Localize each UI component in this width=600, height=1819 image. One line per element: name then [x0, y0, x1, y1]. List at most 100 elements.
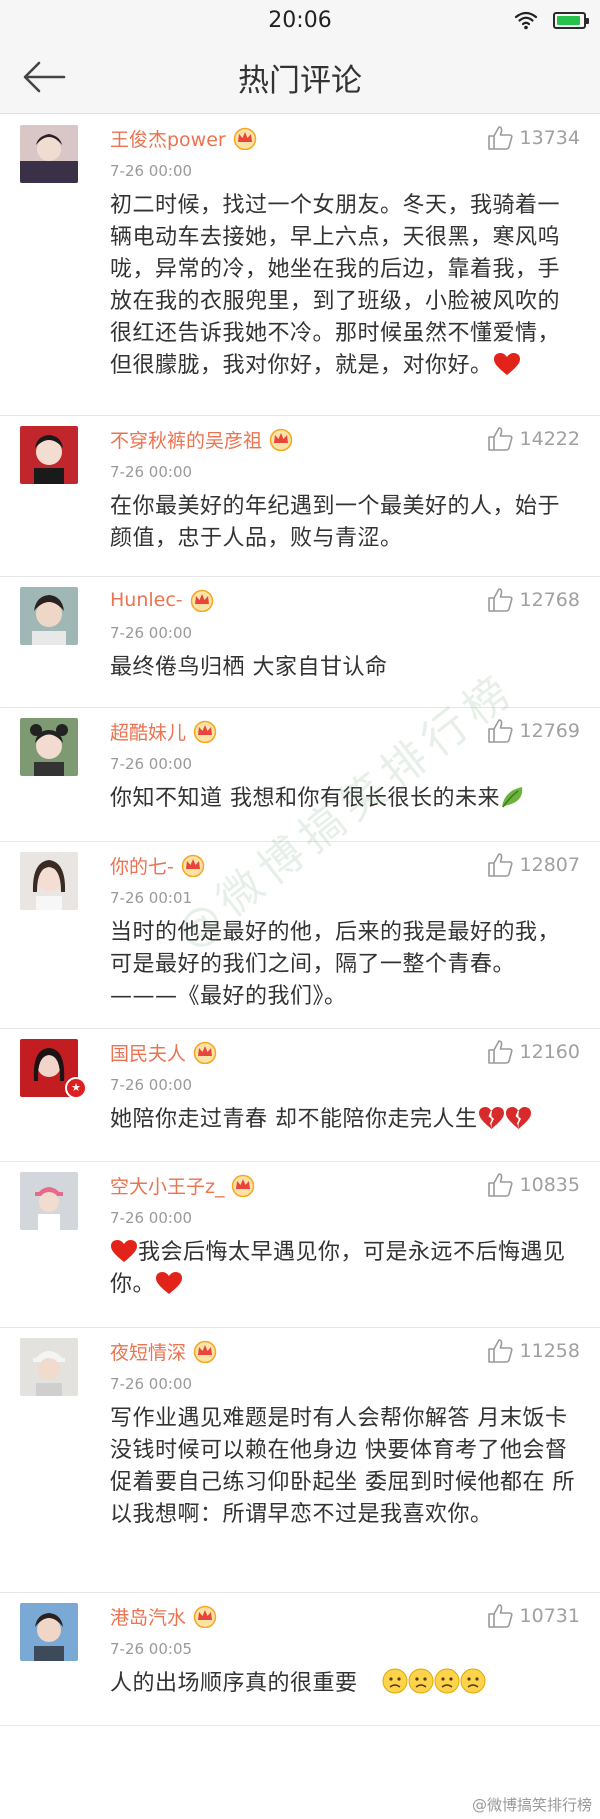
sad-face-emoji-icon	[408, 1668, 434, 1694]
thumbs-up-icon	[487, 126, 513, 150]
author-name[interactable]: 不穿秋裤的吴彦祖	[110, 426, 262, 453]
like-button[interactable]: 12768	[487, 587, 580, 613]
like-count: 12807	[519, 854, 580, 876]
comment-item: ★ 国民夫人 7-26 00:00 12160 她陪你走过青春 却不能陪你走完人…	[0, 1029, 600, 1162]
like-count: 12768	[519, 589, 580, 611]
avatar[interactable]	[20, 587, 78, 645]
comment-text: 初二时候，找过一个女朋友。冬天，我骑着一辆电动车去接她，早上六点，天很黑，寒风呜…	[110, 193, 561, 378]
author-name[interactable]: 超酷妹儿	[110, 718, 186, 745]
wifi-icon	[514, 11, 538, 30]
author-name[interactable]: 夜短情深	[110, 1338, 186, 1365]
sad-face-emoji-icon	[382, 1668, 408, 1694]
like-count: 11258	[519, 1340, 580, 1362]
comment-text: 我会后悔太早遇见你，可是永远不后悔遇见你。	[110, 1240, 566, 1297]
verified-badge-icon: ★	[65, 1077, 87, 1099]
heart-emoji-icon	[156, 1272, 183, 1294]
avatar[interactable]	[20, 852, 78, 910]
like-button[interactable]: 12160	[487, 1039, 580, 1065]
thumbs-up-icon	[487, 853, 513, 877]
avatar[interactable]	[20, 125, 78, 183]
comment-time: 7-26 00:00	[110, 162, 193, 180]
comment-time: 7-26 00:00	[110, 463, 193, 481]
broken-heart-emoji-icon	[478, 1107, 504, 1129]
comment-text: 最终倦鸟归栖 大家自甘认命	[110, 655, 388, 680]
crown-icon	[190, 589, 213, 612]
like-button[interactable]: 12769	[487, 718, 580, 744]
comment-item: 空大小王子z_ 7-26 00:00 10835 我会后悔太早遇见你，可是永远不…	[0, 1162, 600, 1328]
page-title: 热门评论	[238, 63, 362, 99]
comment-item: 超酷妹儿 7-26 00:00 12769 你知不知道 我想和你有很长很长的未来	[0, 708, 600, 842]
comment-text: 当时的他是最好的他，后来的我是最好的我，可是最好的我们之间，隔了一整个青春。——…	[110, 920, 561, 1009]
comment-item: 夜短情深 7-26 00:00 11258 写作业遇见难题是时有人会帮你解答 月…	[0, 1328, 600, 1593]
battery-icon	[553, 12, 589, 29]
like-count: 13734	[519, 127, 580, 149]
like-button[interactable]: 13734	[487, 125, 580, 151]
comment-time: 7-26 00:00	[110, 1076, 193, 1094]
crown-icon	[193, 1041, 217, 1064]
heart-emoji-icon	[493, 353, 520, 375]
thumbs-up-icon	[487, 719, 513, 743]
author-name[interactable]: 王俊杰power	[110, 125, 226, 152]
thumbs-up-icon	[487, 1604, 513, 1628]
comment-time: 7-26 00:00	[110, 624, 193, 642]
avatar[interactable]	[20, 1603, 78, 1661]
broken-heart-emoji-icon	[505, 1107, 531, 1129]
comment-time: 7-26 00:01	[110, 889, 193, 907]
thumbs-up-icon	[487, 427, 513, 451]
footer-watermark: @微博搞笑排行榜	[471, 1796, 592, 1814]
comment-text-quote: ———《最好的我们》。	[110, 984, 347, 1009]
crown-icon	[269, 428, 293, 451]
thumbs-up-icon	[487, 1173, 513, 1197]
nav-bar: 热门评论	[0, 40, 600, 114]
like-count: 10731	[519, 1605, 580, 1627]
thumbs-up-icon	[487, 1040, 513, 1064]
comment-time: 7-26 00:00	[110, 1375, 193, 1393]
comment-text: 在你最美好的年纪遇到一个最美好的人，始于颜值，忠于人品，败与青涩。	[110, 494, 561, 551]
comment-item: 港岛汽水 7-26 00:05 10731 人的出场顺序真的很重要	[0, 1593, 600, 1726]
thumbs-up-icon	[487, 1339, 513, 1363]
author-name[interactable]: 港岛汽水	[110, 1603, 186, 1630]
comment-text: 你知不知道 我想和你有很长很长的未来	[110, 783, 580, 815]
leaf-emoji-icon	[502, 787, 523, 808]
status-bar: 20:06	[0, 0, 600, 40]
crown-icon	[193, 720, 217, 743]
crown-icon	[233, 127, 256, 150]
like-count: 10835	[519, 1174, 580, 1196]
comment-item: Hunlec- 7-26 00:00 12768 最终倦鸟归栖 大家自甘认命	[0, 577, 600, 708]
comment-time: 7-26 00:00	[110, 1209, 193, 1227]
avatar[interactable]	[20, 1338, 78, 1396]
thumbs-up-icon	[487, 588, 513, 612]
heart-emoji-icon	[111, 1240, 137, 1262]
author-name[interactable]: 空大小王子z_	[110, 1172, 224, 1199]
sad-face-emoji-icon	[434, 1668, 460, 1694]
author-name[interactable]: Hunlec-	[110, 589, 183, 611]
like-button[interactable]: 12807	[487, 852, 580, 878]
like-button[interactable]: 10835	[487, 1172, 580, 1198]
comment-time: 7-26 00:00	[110, 755, 193, 773]
avatar[interactable]	[20, 718, 78, 776]
like-count: 14222	[519, 428, 580, 450]
status-time: 20:06	[268, 8, 332, 33]
like-count: 12769	[519, 720, 580, 742]
comment-text: 写作业遇见难题是时有人会帮你解答 月末饭卡没钱时候可以赖在他身边 快要体育考了他…	[110, 1406, 575, 1527]
crown-icon	[193, 1605, 217, 1628]
comment-item: 王俊杰power 7-26 00:00 13734 初二时候，找过一个女朋友。冬…	[0, 115, 600, 416]
like-button[interactable]: 14222	[487, 426, 580, 452]
like-count: 12160	[519, 1041, 580, 1063]
crown-icon	[193, 1340, 217, 1363]
like-button[interactable]: 10731	[487, 1603, 580, 1629]
avatar[interactable]	[20, 426, 78, 484]
comment-text: 她陪你走过青春 却不能陪你走完人生	[110, 1104, 580, 1136]
crown-icon	[232, 1174, 255, 1197]
comment-item: 你的七- 7-26 00:01 12807 当时的他是最好的他，后来的我是最好的…	[0, 842, 600, 1029]
comment-list: 王俊杰power 7-26 00:00 13734 初二时候，找过一个女朋友。冬…	[0, 115, 600, 1726]
author-name[interactable]: 国民夫人	[110, 1039, 186, 1066]
comment-item: 不穿秋裤的吴彦祖 7-26 00:00 14222 在你最美好的年纪遇到一个最美…	[0, 416, 600, 577]
sad-face-emoji-icon	[460, 1668, 486, 1694]
like-button[interactable]: 11258	[487, 1338, 580, 1364]
comment-time: 7-26 00:05	[110, 1640, 193, 1658]
avatar[interactable]	[20, 1172, 78, 1230]
author-name[interactable]: 你的七-	[110, 852, 174, 879]
comment-text: 人的出场顺序真的很重要	[110, 1668, 580, 1700]
crown-icon	[181, 854, 205, 877]
